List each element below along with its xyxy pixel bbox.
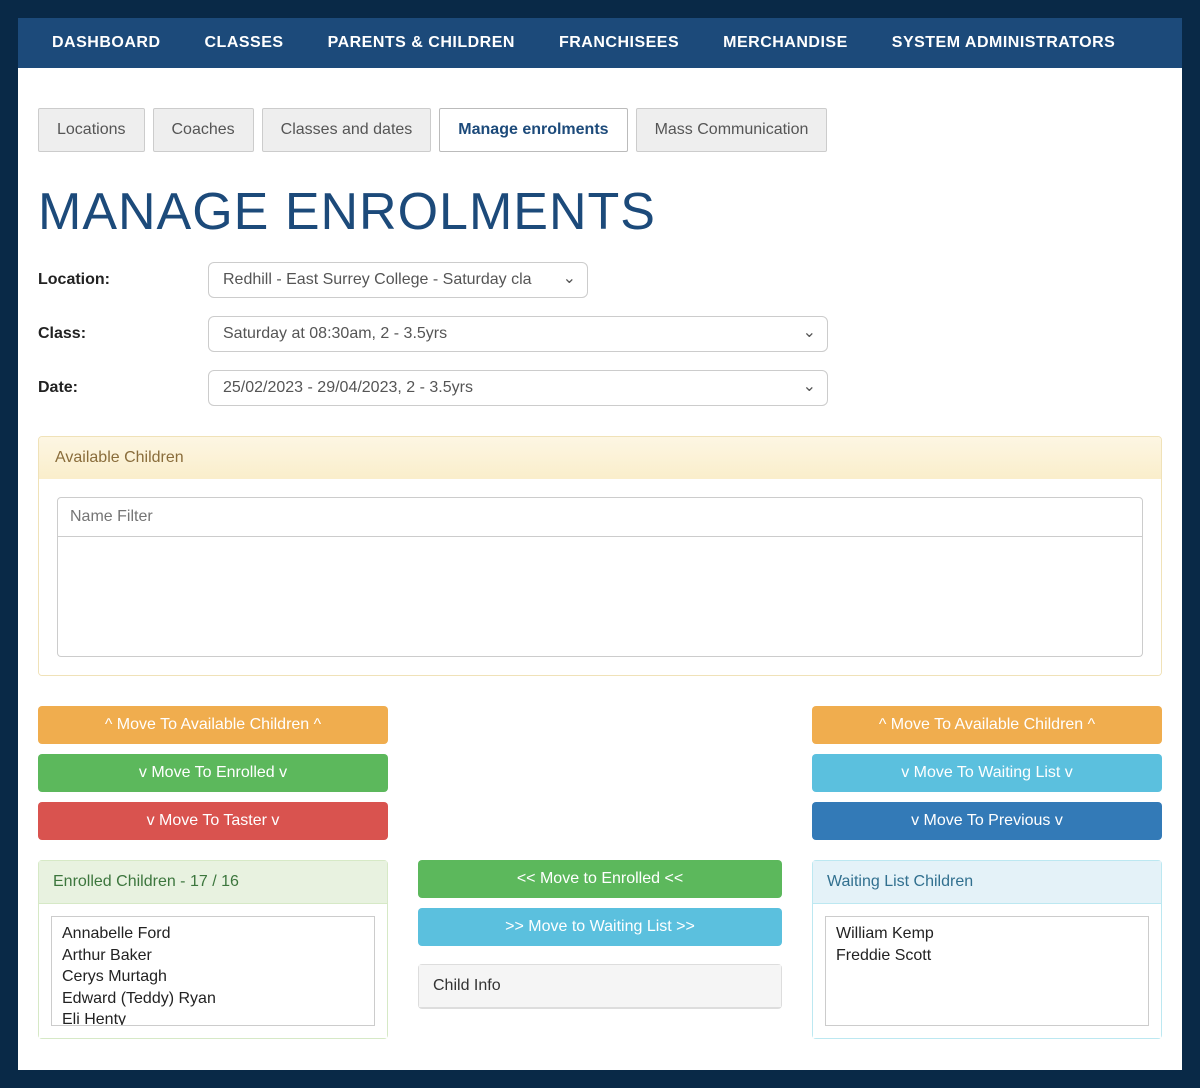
waiting-panel: Waiting List Children William Kemp Fredd… xyxy=(812,860,1162,1039)
nav-parents-children[interactable]: PARENTS & CHILDREN xyxy=(306,18,537,68)
nav-classes[interactable]: CLASSES xyxy=(183,18,306,68)
label-class: Class: xyxy=(38,325,208,343)
nav-dashboard[interactable]: DASHBOARD xyxy=(30,18,183,68)
move-to-enrolled-button[interactable]: v Move To Enrolled v xyxy=(38,754,388,792)
actions-row: ^ Move To Available Children ^ v Move To… xyxy=(18,676,1182,840)
row-class: Class: Saturday at 08:30am, 2 - 3.5yrs xyxy=(38,316,1162,352)
tab-mass-communication[interactable]: Mass Communication xyxy=(636,108,828,152)
available-children-title: Available Children xyxy=(39,437,1161,479)
waiting-children-list[interactable]: William Kemp Freddie Scott xyxy=(825,916,1149,1026)
move-to-waiting-button[interactable]: v Move To Waiting List v xyxy=(812,754,1162,792)
list-item[interactable]: William Kemp xyxy=(836,923,1138,945)
move-to-available-right-button[interactable]: ^ Move To Available Children ^ xyxy=(812,706,1162,744)
nav-franchisees[interactable]: FRANCHISEES xyxy=(537,18,701,68)
row-date: Date: 25/02/2023 - 29/04/2023, 2 - 3.5yr… xyxy=(38,370,1162,406)
waiting-title: Waiting List Children xyxy=(813,861,1161,904)
bottom-row: Enrolled Children - 17 / 16 Annabelle Fo… xyxy=(18,840,1182,1039)
nav-merchandise[interactable]: MERCHANDISE xyxy=(701,18,870,68)
tab-manage-enrolments[interactable]: Manage enrolments xyxy=(439,108,627,152)
date-select[interactable]: 25/02/2023 - 29/04/2023, 2 - 3.5yrs xyxy=(208,370,828,406)
list-item[interactable]: Edward (Teddy) Ryan xyxy=(62,988,364,1010)
select-wrap-location: Redhill - East Surrey College - Saturday… xyxy=(208,262,588,298)
name-filter-input[interactable] xyxy=(57,497,1143,537)
enrolled-children-list[interactable]: Annabelle Ford Arthur Baker Cerys Murtag… xyxy=(51,916,375,1026)
waiting-body: William Kemp Freddie Scott xyxy=(813,904,1161,1038)
move-to-taster-button[interactable]: v Move To Taster v xyxy=(38,802,388,840)
tab-coaches[interactable]: Coaches xyxy=(153,108,254,152)
list-item[interactable]: Freddie Scott xyxy=(836,945,1138,967)
enrolled-panel: Enrolled Children - 17 / 16 Annabelle Fo… xyxy=(38,860,388,1039)
nav-system-admins[interactable]: SYSTEM ADMINISTRATORS xyxy=(870,18,1138,68)
available-children-body xyxy=(39,479,1161,675)
select-wrap-class: Saturday at 08:30am, 2 - 3.5yrs xyxy=(208,316,828,352)
tab-classes-dates[interactable]: Classes and dates xyxy=(262,108,432,152)
enrolled-body: Annabelle Ford Arthur Baker Cerys Murtag… xyxy=(39,904,387,1038)
list-item[interactable]: Cerys Murtagh xyxy=(62,966,364,988)
child-info-panel: Child Info xyxy=(418,964,782,1009)
center-move-to-enrolled-button[interactable]: << Move to Enrolled << xyxy=(418,860,782,898)
page-title: MANAGE ENROLMENTS xyxy=(18,152,1182,262)
enrolled-title: Enrolled Children - 17 / 16 xyxy=(39,861,387,904)
label-location: Location: xyxy=(38,271,208,289)
app-window: DASHBOARD CLASSES PARENTS & CHILDREN FRA… xyxy=(18,18,1182,1070)
location-select[interactable]: Redhill - East Surrey College - Saturday… xyxy=(208,262,588,298)
center-column: << Move to Enrolled << >> Move to Waitin… xyxy=(418,860,782,1039)
available-children-list[interactable] xyxy=(57,537,1143,657)
label-date: Date: xyxy=(38,379,208,397)
sub-tabs: Locations Coaches Classes and dates Mana… xyxy=(18,68,1182,152)
list-item[interactable]: Eli Henty xyxy=(62,1009,364,1026)
list-item[interactable]: Annabelle Ford xyxy=(62,923,364,945)
left-actions: ^ Move To Available Children ^ v Move To… xyxy=(38,706,388,840)
move-to-previous-button[interactable]: v Move To Previous v xyxy=(812,802,1162,840)
center-buttons: << Move to Enrolled << >> Move to Waitin… xyxy=(418,860,782,946)
child-info-title: Child Info xyxy=(419,965,781,1008)
available-children-panel: Available Children xyxy=(38,436,1162,676)
move-to-available-left-button[interactable]: ^ Move To Available Children ^ xyxy=(38,706,388,744)
right-actions: ^ Move To Available Children ^ v Move To… xyxy=(812,706,1162,840)
row-location: Location: Redhill - East Surrey College … xyxy=(38,262,1162,298)
select-wrap-date: 25/02/2023 - 29/04/2023, 2 - 3.5yrs xyxy=(208,370,828,406)
list-item[interactable]: Arthur Baker xyxy=(62,945,364,967)
form-area: Location: Redhill - East Surrey College … xyxy=(18,262,1182,406)
tab-locations[interactable]: Locations xyxy=(38,108,145,152)
class-select[interactable]: Saturday at 08:30am, 2 - 3.5yrs xyxy=(208,316,828,352)
waiting-column: Waiting List Children William Kemp Fredd… xyxy=(812,860,1162,1039)
enrolled-column: Enrolled Children - 17 / 16 Annabelle Fo… xyxy=(38,860,388,1039)
top-nav: DASHBOARD CLASSES PARENTS & CHILDREN FRA… xyxy=(18,18,1182,68)
center-move-to-waiting-button[interactable]: >> Move to Waiting List >> xyxy=(418,908,782,946)
